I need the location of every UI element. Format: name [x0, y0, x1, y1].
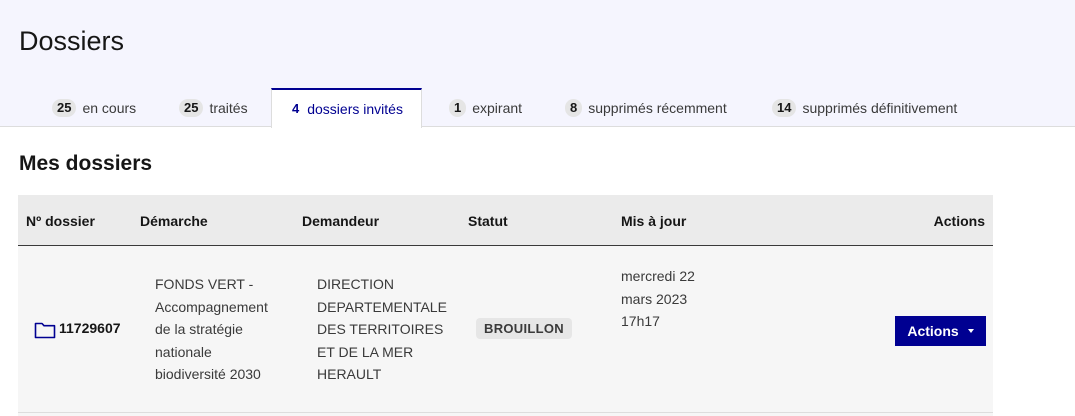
table-row[interactable]: 11729607 FONDS VERT - Accompagnement de … [18, 247, 993, 413]
demandeur-line: DES TERRITOIRES [317, 321, 444, 337]
demandeur-line: DEPARTEMENTALE [317, 298, 447, 315]
tab-count: 14 [772, 98, 797, 117]
tab-label: dossiers invités [307, 101, 403, 117]
section-title: Mes dossiers [19, 152, 153, 175]
dossiers-table: Nº dossier Démarche Demandeur Statut Mis… [18, 195, 993, 416]
tabs-bar: 25 en cours 25 traités 4 dossiers invité… [0, 88, 1075, 128]
folder-icon[interactable] [34, 321, 56, 339]
demandeur-line: DIRECTION [317, 276, 394, 292]
tab-traites[interactable]: 25 traités [179, 88, 248, 127]
tab-label: expirant [472, 99, 523, 116]
page-header: Dossiers 25 en cours 25 traités 4 dossie… [0, 0, 1075, 128]
tab-label: en cours [82, 99, 137, 116]
demarche-line: biodiversité 2030 [155, 366, 261, 382]
updated-line: 17h17 [621, 313, 660, 329]
column-header-numero[interactable]: Nº dossier [26, 213, 95, 229]
tab-count: 8 [565, 98, 583, 117]
demarche-line: FONDS VERT - [155, 276, 254, 292]
table-header: Nº dossier Démarche Demandeur Statut Mis… [18, 195, 993, 246]
tab-dossiers-invites[interactable]: 4 dossiers invités [271, 88, 422, 128]
demandeur-line: HERAULT [317, 366, 382, 382]
tab-supprimes-definitivement[interactable]: 14 supprimés définitivement [772, 88, 957, 127]
tab-count: 25 [52, 98, 77, 117]
status-badge: BROUILLON [476, 318, 572, 339]
actions-button[interactable]: Actions [895, 316, 986, 346]
demarche-line: de la stratégie [155, 321, 243, 337]
column-header-demandeur[interactable]: Demandeur [302, 213, 379, 229]
column-header-demarche[interactable]: Démarche [140, 213, 208, 229]
caret-down-icon [967, 329, 974, 333]
tab-en-cours[interactable]: 25 en cours [52, 88, 136, 127]
updated-line: mars 2023 [621, 290, 688, 307]
tab-count: 1 [449, 98, 467, 117]
tab-supprimes-recemment[interactable]: 8 supprimés récemment [565, 88, 727, 127]
page-title: Dossiers [19, 26, 125, 56]
dossier-number[interactable]: 11729607 [59, 320, 121, 336]
updated-cell[interactable]: mercredi 22 mars 2023 17h17 [621, 265, 695, 333]
demarche-cell[interactable]: FONDS VERT - Accompagnement de la straté… [155, 273, 268, 386]
demarche-line: nationale [155, 343, 212, 360]
demarche-line: Accompagnement [155, 298, 268, 315]
tab-count: 4 [292, 101, 300, 116]
column-header-statut[interactable]: Statut [468, 213, 508, 229]
tab-count: 25 [179, 98, 204, 117]
tab-label: supprimés définitivement [802, 99, 958, 116]
updated-line: mercredi 22 [621, 268, 695, 284]
column-header-actions: Actions [933, 213, 985, 229]
tab-label: traités [209, 99, 248, 116]
demandeur-cell[interactable]: DIRECTION DEPARTEMENTALE DES TERRITOIRES… [317, 273, 447, 386]
tab-expirant[interactable]: 1 expirant [449, 88, 522, 127]
column-header-mis-a-jour[interactable]: Mis à jour [621, 213, 686, 229]
demandeur-line: ET DE LA MER [317, 343, 414, 360]
tab-label: supprimés récemment [588, 99, 727, 116]
actions-button-label: Actions [907, 323, 959, 339]
